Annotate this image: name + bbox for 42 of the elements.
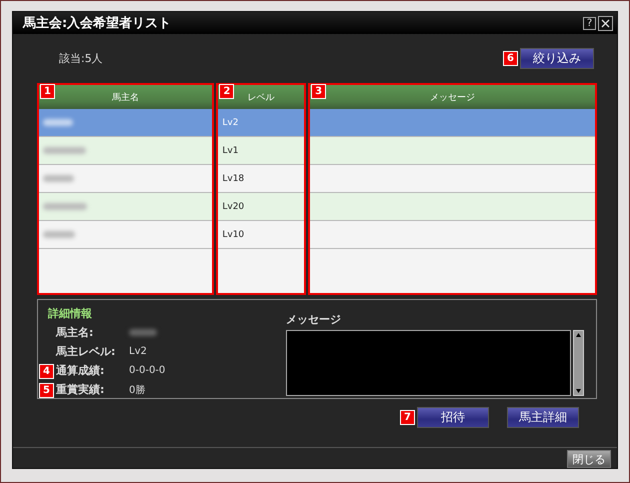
section-title: 詳細情報 — [48, 306, 93, 321]
blurred-name — [43, 175, 74, 182]
field-value: 0勝 — [129, 384, 146, 396]
callout-badge: 6 — [503, 50, 518, 66]
callout-badge: 3 — [311, 84, 326, 99]
message-label: メッセージ — [286, 312, 342, 327]
filter-button[interactable]: 絞り込み — [520, 48, 594, 68]
table-cell[interactable] — [39, 109, 212, 137]
field-label: 重賞実績: — [56, 382, 106, 397]
callout-badge: 7 — [400, 410, 415, 425]
blurred-name — [43, 231, 75, 238]
close-button[interactable]: 閉じる — [567, 450, 611, 468]
field-value: 0-0-0-0 — [129, 365, 166, 376]
callout-badge: 1 — [40, 84, 55, 99]
field-label: 馬主名: — [56, 325, 94, 340]
table-cell[interactable]: Lv1 — [218, 137, 304, 165]
scroll-down-icon[interactable] — [574, 386, 583, 395]
field-value: Lv2 — [129, 346, 147, 357]
action-button[interactable]: 馬主詳細 — [507, 407, 579, 428]
blurred-name — [129, 329, 157, 336]
action-button[interactable]: 招待 — [417, 407, 489, 428]
blurred-name — [43, 147, 86, 154]
message-box[interactable] — [286, 330, 571, 396]
field-label: 馬主レベル: — [56, 344, 116, 359]
table-cell[interactable]: Lv20 — [218, 193, 304, 221]
field-label: 通算成績: — [56, 363, 106, 378]
blurred-name — [43, 203, 87, 210]
table-cell[interactable] — [39, 193, 212, 221]
callout-badge: 5 — [39, 383, 54, 398]
table-cell[interactable] — [310, 137, 595, 165]
table-cell[interactable] — [310, 193, 595, 221]
result-count: 該当:5人 — [59, 50, 103, 66]
table-cell[interactable] — [310, 109, 595, 137]
scroll-up-icon[interactable] — [574, 331, 583, 340]
help-button[interactable]: ? — [583, 16, 596, 30]
table-cell[interactable] — [39, 137, 212, 165]
blurred-name — [43, 119, 73, 126]
callout-badge: 2 — [219, 84, 234, 99]
callout-badge: 4 — [39, 364, 54, 379]
scrollbar[interactable] — [573, 330, 584, 396]
close-icon[interactable] — [598, 16, 613, 30]
window-title: 馬主会:入会希望者リスト — [23, 14, 172, 32]
